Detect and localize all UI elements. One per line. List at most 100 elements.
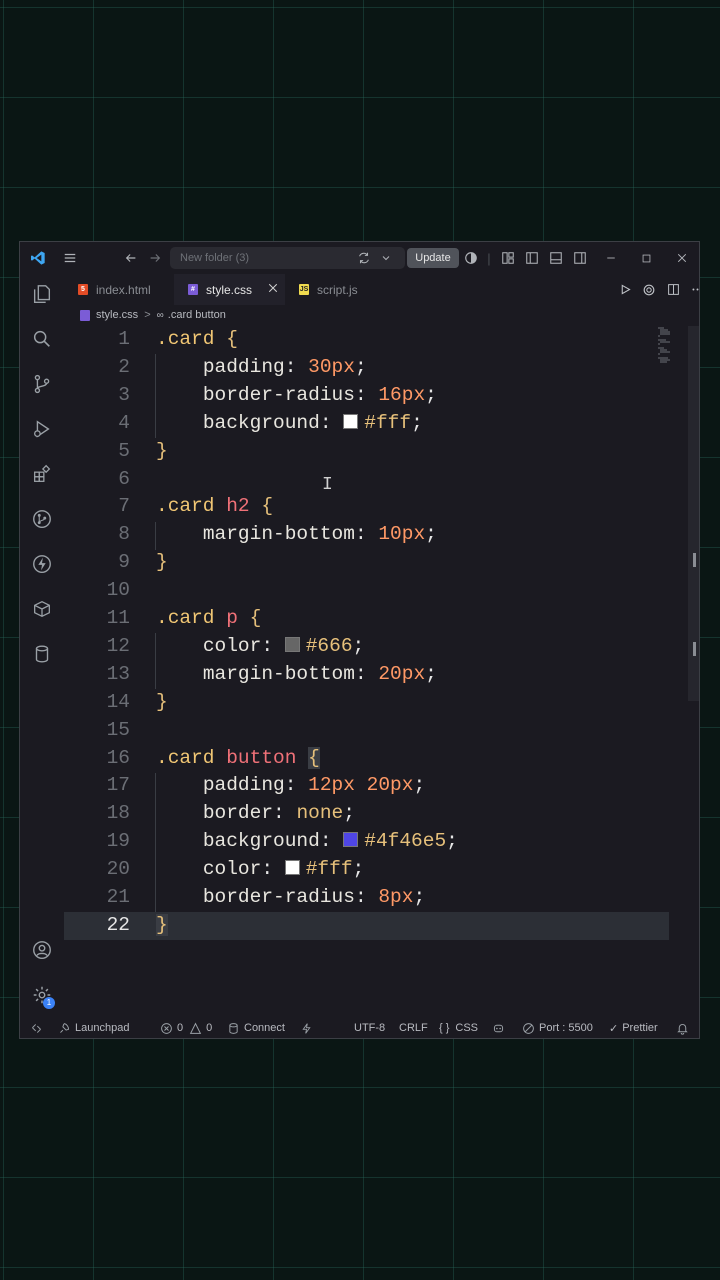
vertical-scrollbar[interactable]: [688, 326, 699, 701]
code-line: 20 color: #fff;: [64, 856, 669, 884]
tab-label: style.css: [206, 282, 253, 297]
code-line: 11 .card p {: [64, 605, 669, 633]
account-icon[interactable]: [30, 938, 54, 962]
remote-explorer-icon[interactable]: [30, 597, 54, 621]
toggle-sidebar-icon[interactable]: [522, 242, 542, 274]
code-line: 7 .card h2 {: [64, 493, 669, 521]
live-server-status[interactable]: Port : 5500: [522, 1016, 593, 1038]
forward-arrow-icon[interactable]: [144, 242, 166, 274]
tab-index-html[interactable]: 5 index.html: [64, 274, 174, 305]
code-text: color: #666;: [202, 634, 365, 657]
code-line: 1 .card {: [64, 326, 669, 354]
scrollbar-marker: [693, 642, 696, 656]
code-line: 5}: [64, 438, 669, 466]
language-label: CSS: [455, 1022, 479, 1034]
color-swatch-gray[interactable]: [284, 636, 300, 652]
scrollbar-marker: [693, 553, 696, 567]
code-text: .card {: [156, 328, 238, 350]
sync-icon[interactable]: [354, 242, 374, 274]
toggle-panel-icon[interactable]: [546, 242, 566, 274]
tab-style-css[interactable]: # style.css: [174, 274, 285, 305]
source-control-icon[interactable]: [30, 372, 54, 396]
titlebar-divider: |: [487, 250, 491, 266]
code-line: 2 padding: 30px;: [64, 354, 669, 382]
breadcrumb-file[interactable]: style.css: [96, 309, 138, 321]
settings-badge: 1: [43, 997, 55, 1009]
lightning-status-icon[interactable]: [300, 1016, 317, 1038]
settings-gear-icon[interactable]: 1: [30, 983, 55, 1009]
close-window-icon[interactable]: [671, 242, 693, 274]
activity-bar: 1: [20, 274, 64, 1016]
code-line: 21 border-radius: 8px;: [64, 884, 669, 912]
code-text: .card p {: [156, 607, 262, 629]
code-text: }: [156, 690, 168, 713]
copilot-icon[interactable]: [461, 242, 481, 274]
launchpad-label: Launchpad: [75, 1022, 130, 1034]
language-status[interactable]: { } CSS: [439, 1016, 479, 1038]
double-check-icon: ✓: [609, 1022, 619, 1035]
no-entry-icon: [523, 1022, 534, 1034]
toggle-secondary-sidebar-icon[interactable]: [570, 242, 590, 274]
extensions-icon[interactable]: [30, 462, 54, 486]
run-debug-icon[interactable]: [30, 417, 54, 441]
breadcrumb-separator: >: [144, 309, 151, 321]
code-text: border: none;: [202, 802, 355, 825]
code-text: padding: 12px 20px;: [202, 774, 426, 797]
copilot-status-icon[interactable]: [492, 1016, 509, 1038]
color-swatch-indigo[interactable]: [343, 832, 359, 848]
git-graph-icon[interactable]: [30, 507, 54, 531]
code-line: 16 .card button {: [64, 745, 669, 773]
eol-status[interactable]: CRLF: [399, 1016, 428, 1038]
warning-icon: [189, 1022, 202, 1034]
code-editor[interactable]: 1 .card { 2 padding: 30px; 3 border-radiu…: [64, 326, 687, 1016]
explorer-icon[interactable]: [30, 282, 54, 306]
connect-status[interactable]: Connect: [227, 1016, 285, 1038]
layout-customize-icon[interactable]: [498, 242, 518, 274]
tab-label: script.js: [317, 282, 358, 297]
notifications-bell-icon[interactable]: [676, 1016, 693, 1038]
split-editor-icon[interactable]: [663, 274, 683, 305]
code-text: .card button {: [156, 746, 320, 769]
problems-status[interactable]: 0 0: [160, 1016, 213, 1038]
color-swatch-white[interactable]: [284, 860, 300, 876]
breadcrumb-symbol[interactable]: .card button: [168, 309, 226, 321]
chatgpt-icon[interactable]: [639, 274, 659, 305]
code-text: }: [156, 913, 168, 936]
encoding-status[interactable]: UTF-8: [354, 1016, 385, 1038]
editor-tabs: 5 index.html # style.css JS script.js: [64, 274, 699, 305]
color-swatch-white[interactable]: [343, 413, 359, 429]
code-text: border-radius: 8px;: [202, 886, 426, 908]
code-line: 19 background: #4f46e5;: [64, 828, 669, 856]
tab-close-icon[interactable]: [267, 282, 279, 297]
more-actions-icon[interactable]: [687, 274, 699, 305]
css-icon: [80, 309, 90, 321]
code-line-current: 22}: [64, 911, 669, 940]
warning-count: 0: [206, 1022, 213, 1034]
search-icon[interactable]: [30, 327, 54, 351]
run-file-icon[interactable]: [615, 274, 635, 305]
database-icon[interactable]: [30, 642, 54, 666]
minimap[interactable]: [657, 326, 677, 366]
update-button[interactable]: Update: [407, 248, 459, 268]
code-line: 18 border: none;: [64, 800, 669, 828]
launchpad-status[interactable]: Launchpad: [58, 1016, 130, 1038]
menu-icon[interactable]: [56, 242, 84, 274]
title-bar: New folder (3) Update |: [20, 242, 699, 274]
code-text: }: [156, 439, 168, 462]
code-text: }: [156, 551, 168, 574]
back-arrow-icon[interactable]: [120, 242, 142, 274]
database-icon: [229, 1022, 238, 1034]
prettier-status[interactable]: ✓ Prettier: [609, 1016, 658, 1038]
breadcrumb: style.css > ∞ .card button: [80, 305, 226, 325]
code-text: .card h2 {: [156, 495, 274, 518]
error-icon: [161, 1022, 172, 1034]
remote-indicator-icon[interactable]: [30, 1016, 47, 1038]
html5-icon: 5: [78, 284, 88, 295]
lightning-icon[interactable]: [30, 552, 54, 576]
minimize-icon[interactable]: [600, 242, 622, 274]
chevron-down-icon[interactable]: [376, 242, 396, 274]
tab-script-js[interactable]: JS script.js: [285, 274, 395, 305]
code-text: background: #4f46e5;: [202, 830, 458, 853]
code-text: margin-bottom: 10px;: [202, 523, 437, 546]
maximize-icon[interactable]: [635, 242, 657, 274]
